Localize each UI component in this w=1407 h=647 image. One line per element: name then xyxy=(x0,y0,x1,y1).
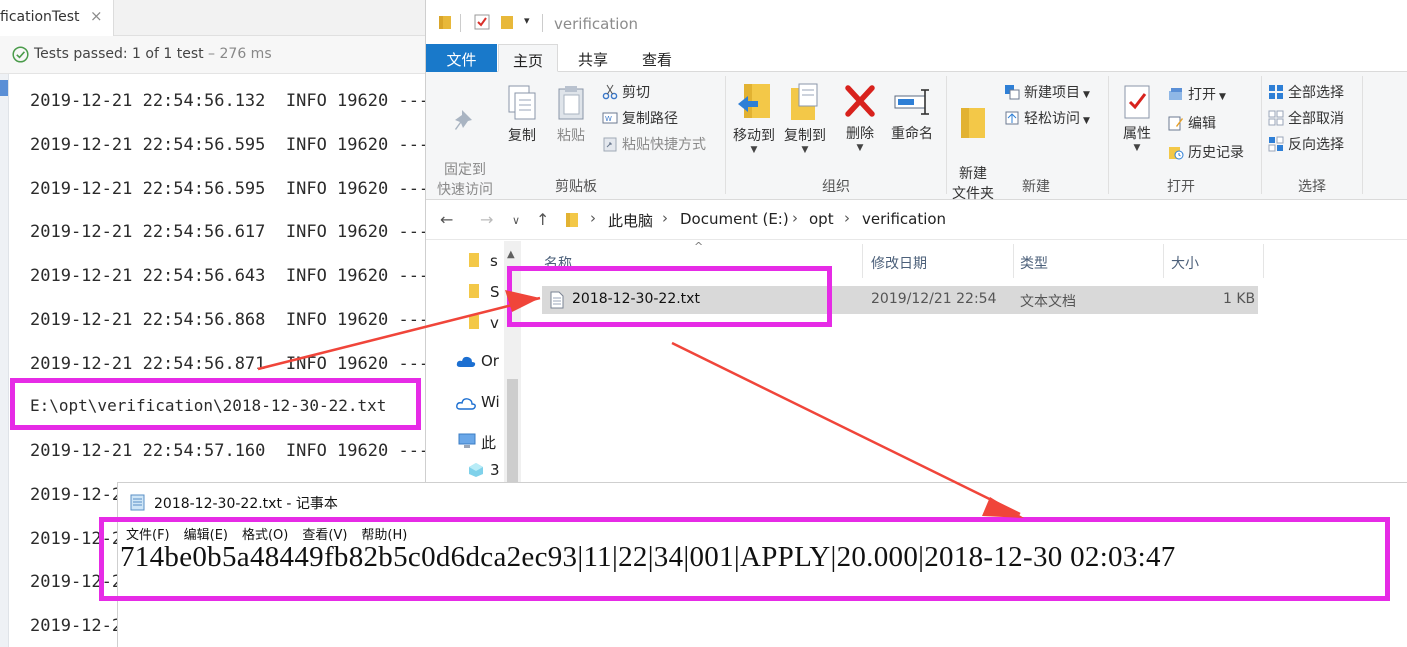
arrow-file-to-content xyxy=(671,341,1021,516)
arrowhead xyxy=(505,290,540,312)
arrow-path-to-file xyxy=(257,296,541,371)
annotation-arrows xyxy=(257,290,1024,518)
arrowhead xyxy=(982,497,1024,518)
